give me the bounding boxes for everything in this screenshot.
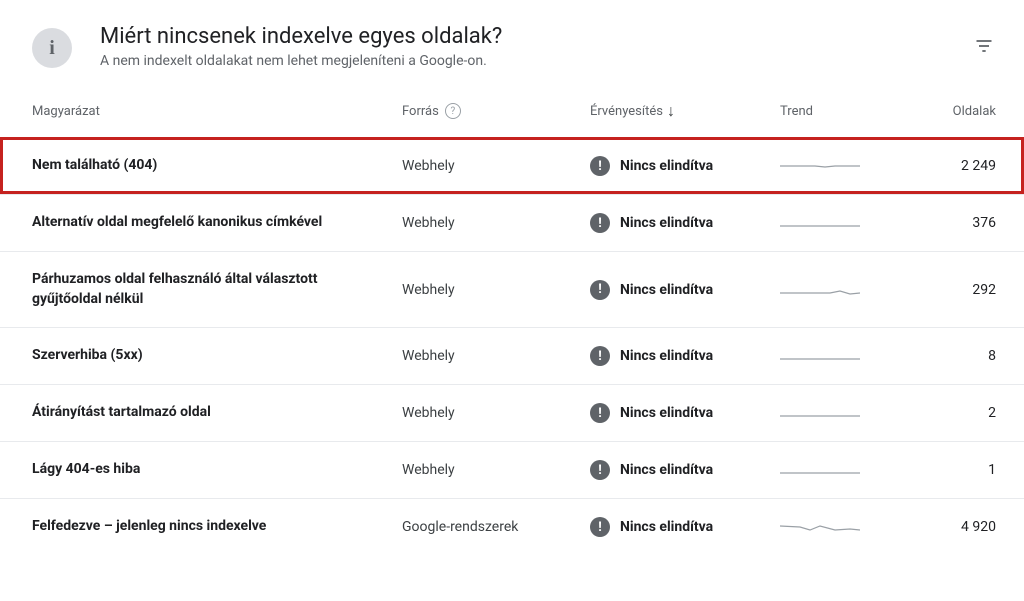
validation-cell: ! Nincs elindítva [590,403,713,423]
col-header-validation[interactable]: Érvényesítés ↓ [590,101,780,121]
info-icon: i [32,28,72,68]
warning-icon: ! [590,517,610,537]
pages-count: 4 920 [900,519,996,535]
pages-count: 8 [900,348,996,364]
validation-text: Nincs elindítva [620,348,713,364]
table-row[interactable]: Felfedezve – jelenleg nincs indexelve Go… [0,498,1024,555]
help-icon[interactable]: ? [445,103,461,119]
filter-icon [974,36,994,56]
warning-icon: ! [590,280,610,300]
table-row[interactable]: Szerverhiba (5xx) Webhely ! Nincs elindí… [0,327,1024,384]
col-header-trend[interactable]: Trend [780,104,900,119]
trend-sparkline [780,157,860,175]
col-header-validation-label: Érvényesítés [590,104,663,119]
trend-sparkline [780,461,860,479]
warning-icon: ! [590,213,610,233]
card-header: i Miért nincsenek indexelve egyes oldala… [0,0,1024,89]
source-text: Webhely [402,405,590,421]
card-subtitle: A nem indexelt oldalakat nem lehet megje… [100,53,968,69]
reason-text: Nem található (404) [32,156,402,176]
validation-cell: ! Nincs elindítva [590,517,713,537]
trend-sparkline [780,518,860,536]
validation-cell: ! Nincs elindítva [590,156,713,176]
reason-text: Alternatív oldal megfelelő kanonikus cím… [32,213,402,233]
validation-text: Nincs elindítva [620,215,713,231]
filter-button[interactable] [968,30,1000,62]
card-title: Miért nincsenek indexelve egyes oldalak? [100,24,968,49]
validation-text: Nincs elindítva [620,158,713,174]
trend-sparkline [780,404,860,422]
reason-text: Átirányítást tartalmazó oldal [32,403,402,423]
table-row[interactable]: Nem található (404) Webhely ! Nincs elin… [0,137,1024,194]
col-header-reason[interactable]: Magyarázat [32,104,402,119]
warning-icon: ! [590,460,610,480]
source-text: Webhely [402,462,590,478]
source-text: Google-rendszerek [402,519,590,535]
pages-count: 1 [900,462,996,478]
col-header-source[interactable]: Forrás ? [402,103,590,119]
col-header-source-label: Forrás [402,104,439,119]
trend-sparkline [780,347,860,365]
table-row[interactable]: Alternatív oldal megfelelő kanonikus cím… [0,194,1024,251]
trend-sparkline [780,281,860,299]
source-text: Webhely [402,348,590,364]
warning-icon: ! [590,346,610,366]
warning-icon: ! [590,156,610,176]
index-coverage-card: i Miért nincsenek indexelve egyes oldala… [0,0,1024,555]
validation-cell: ! Nincs elindítva [590,280,713,300]
validation-text: Nincs elindítva [620,462,713,478]
table-row[interactable]: Lágy 404-es hiba Webhely ! Nincs elindít… [0,441,1024,498]
source-text: Webhely [402,282,590,298]
warning-icon: ! [590,403,610,423]
validation-cell: ! Nincs elindítva [590,460,713,480]
source-text: Webhely [402,215,590,231]
table-body: Nem található (404) Webhely ! Nincs elin… [0,137,1024,555]
validation-text: Nincs elindítva [620,519,713,535]
reason-text: Lágy 404-es hiba [32,460,402,480]
pages-count: 2 [900,405,996,421]
table-header-row: Magyarázat Forrás ? Érvényesítés ↓ Trend… [0,89,1024,137]
pages-count: 376 [900,215,996,231]
table-row[interactable]: Párhuzamos oldal felhasználó által válas… [0,251,1024,327]
trend-sparkline [780,214,860,232]
header-text: Miért nincsenek indexelve egyes oldalak?… [100,24,968,69]
reason-text: Felfedezve – jelenleg nincs indexelve [32,517,402,537]
reason-text: Szerverhiba (5xx) [32,346,402,366]
source-text: Webhely [402,158,590,174]
sort-descending-icon: ↓ [667,101,675,121]
validation-cell: ! Nincs elindítva [590,346,713,366]
table-row[interactable]: Átirányítást tartalmazó oldal Webhely ! … [0,384,1024,441]
validation-text: Nincs elindítva [620,282,713,298]
col-header-pages[interactable]: Oldalak [900,104,996,119]
reason-text: Párhuzamos oldal felhasználó által válas… [32,270,402,309]
validation-cell: ! Nincs elindítva [590,213,713,233]
validation-text: Nincs elindítva [620,405,713,421]
pages-count: 2 249 [900,158,996,174]
pages-count: 292 [900,282,996,298]
